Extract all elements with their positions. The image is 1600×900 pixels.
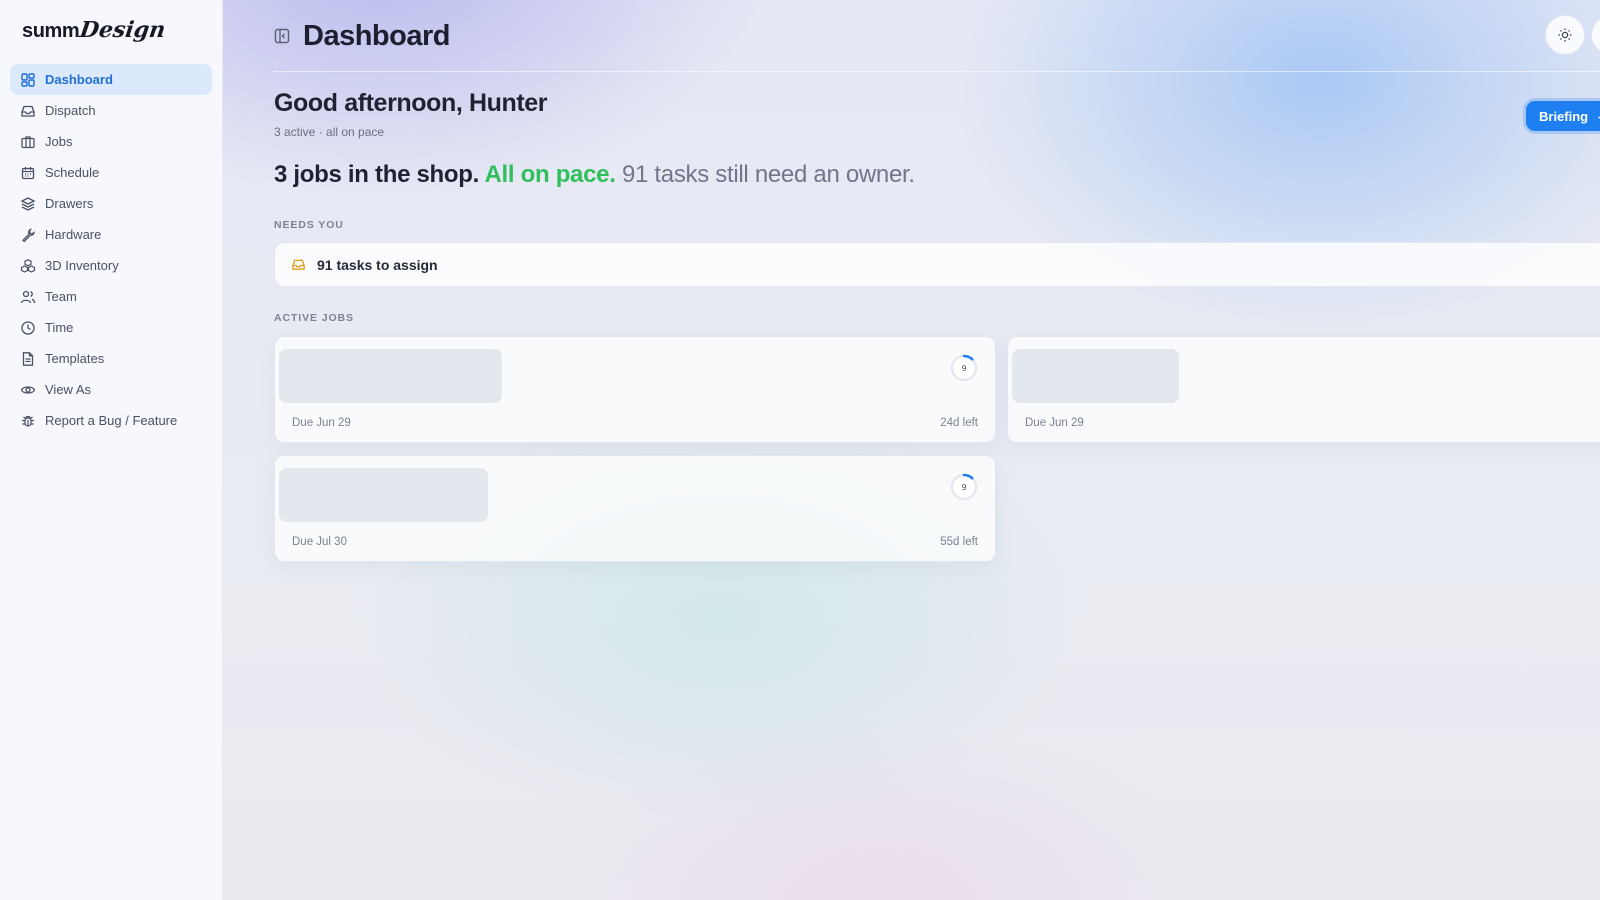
progress-ring-value: 9 [961, 483, 966, 492]
sidebar: summ Design Dashboard Dispatch Jobs Sche… [0, 0, 223, 900]
job-card[interactable]: Due Jun 29 [1007, 336, 1600, 443]
user-avatar-button[interactable] [1591, 15, 1600, 55]
sidebar-item-label: Dashboard [45, 72, 113, 87]
sidebar-item-time[interactable]: Time [10, 312, 212, 343]
file-icon [20, 351, 36, 367]
inbox-icon [20, 103, 36, 119]
needs-you-item-text: 91 tasks to assign [317, 256, 438, 273]
sidebar-item-team[interactable]: Team [10, 281, 212, 312]
briefing-label: Briefing [1539, 108, 1589, 124]
inbox-icon [291, 257, 306, 272]
sidebar-item-dispatch[interactable]: Dispatch [10, 95, 212, 126]
sidebar-item-jobs[interactable]: Jobs [10, 126, 212, 157]
needs-you-label: NEEDS YOU [274, 219, 344, 231]
boxes-icon [20, 258, 36, 274]
logo-main-text: summ [22, 20, 80, 42]
app-logo[interactable]: summ Design [22, 17, 168, 43]
chevron-down-icon: ⌄ [1596, 111, 1600, 122]
progress-ring: 9 [950, 473, 978, 501]
sun-icon [1557, 27, 1573, 43]
headline-jobs-count: 3 jobs in the shop. [274, 161, 479, 188]
sidebar-item-3d-inventory[interactable]: 3D Inventory [10, 250, 212, 281]
job-due-date: Due Jul 30 [292, 536, 347, 548]
sidebar-item-label: Drawers [45, 196, 94, 211]
calendar-icon [20, 165, 36, 181]
eye-icon [20, 382, 36, 398]
main-content: Dashboard Briefing ⌄ Good afternoon, Hun… [223, 0, 1600, 900]
sidebar-nav: Dashboard Dispatch Jobs Schedule Drawers [10, 64, 212, 436]
job-card[interactable]: 9 Due Jul 30 55d left [274, 455, 996, 562]
sidebar-item-templates[interactable]: Templates [10, 343, 212, 374]
users-icon [20, 289, 36, 305]
sidebar-item-drawers[interactable]: Drawers [10, 188, 212, 219]
progress-ring-value: 9 [961, 364, 966, 373]
sidebar-item-label: Report a Bug / Feature [45, 413, 178, 428]
logo-script-text: Design [78, 17, 168, 43]
sidebar-item-label: Templates [45, 351, 105, 366]
job-title-skeleton [279, 349, 502, 403]
sidebar-item-label: View As [45, 382, 92, 397]
sidebar-item-label: Schedule [45, 165, 100, 180]
progress-ring: 9 [950, 354, 978, 382]
job-due-date: Due Jun 29 [1025, 417, 1084, 429]
job-days-left: 24d left [940, 417, 978, 429]
sidebar-item-label: Time [45, 320, 74, 335]
briefcase-icon [20, 134, 36, 150]
header-divider [273, 71, 1600, 72]
sidebar-item-label: Team [45, 289, 77, 304]
active-jobs-label: ACTIVE JOBS [274, 312, 354, 324]
sidebar-item-label: 3D Inventory [45, 258, 119, 273]
sidebar-item-label: Hardware [45, 227, 102, 242]
bug-icon [20, 413, 36, 429]
sidebar-item-schedule[interactable]: Schedule [10, 157, 212, 188]
sidebar-item-hardware[interactable]: Hardware [10, 219, 212, 250]
sidebar-item-label: Dispatch [45, 103, 96, 118]
status-headline: 3 jobs in the shop. All on pace. 91 task… [274, 161, 915, 189]
theme-toggle-button[interactable] [1545, 15, 1585, 55]
job-title-skeleton [1012, 349, 1179, 403]
dashboard-grid-icon [20, 72, 36, 88]
clock-icon [20, 320, 36, 336]
headline-on-pace: All on pace. [484, 161, 616, 188]
briefing-button[interactable]: Briefing ⌄ [1526, 101, 1600, 131]
page-title: Dashboard [303, 19, 450, 52]
headline-unassigned: 91 tasks still need an owner. [621, 161, 915, 188]
job-card[interactable]: 9 Due Jun 29 24d left [274, 336, 996, 443]
sidebar-toggle-icon[interactable] [273, 27, 291, 45]
sidebar-item-view-as[interactable]: View As [10, 374, 212, 405]
sidebar-item-label: Jobs [45, 134, 73, 149]
greeting-subline: 3 active · all on pace [274, 125, 385, 139]
job-due-date: Due Jun 29 [292, 417, 351, 429]
greeting-title: Good afternoon, Hunter [274, 89, 548, 117]
layers-icon [20, 196, 36, 212]
sidebar-item-report-bug[interactable]: Report a Bug / Feature [10, 405, 212, 436]
job-title-skeleton [279, 468, 488, 522]
job-days-left: 55d left [940, 536, 978, 548]
sidebar-item-dashboard[interactable]: Dashboard [10, 64, 212, 95]
topbar: Dashboard [273, 14, 450, 58]
wrench-icon [20, 227, 36, 243]
needs-you-item[interactable]: 91 tasks to assign [274, 242, 1600, 287]
